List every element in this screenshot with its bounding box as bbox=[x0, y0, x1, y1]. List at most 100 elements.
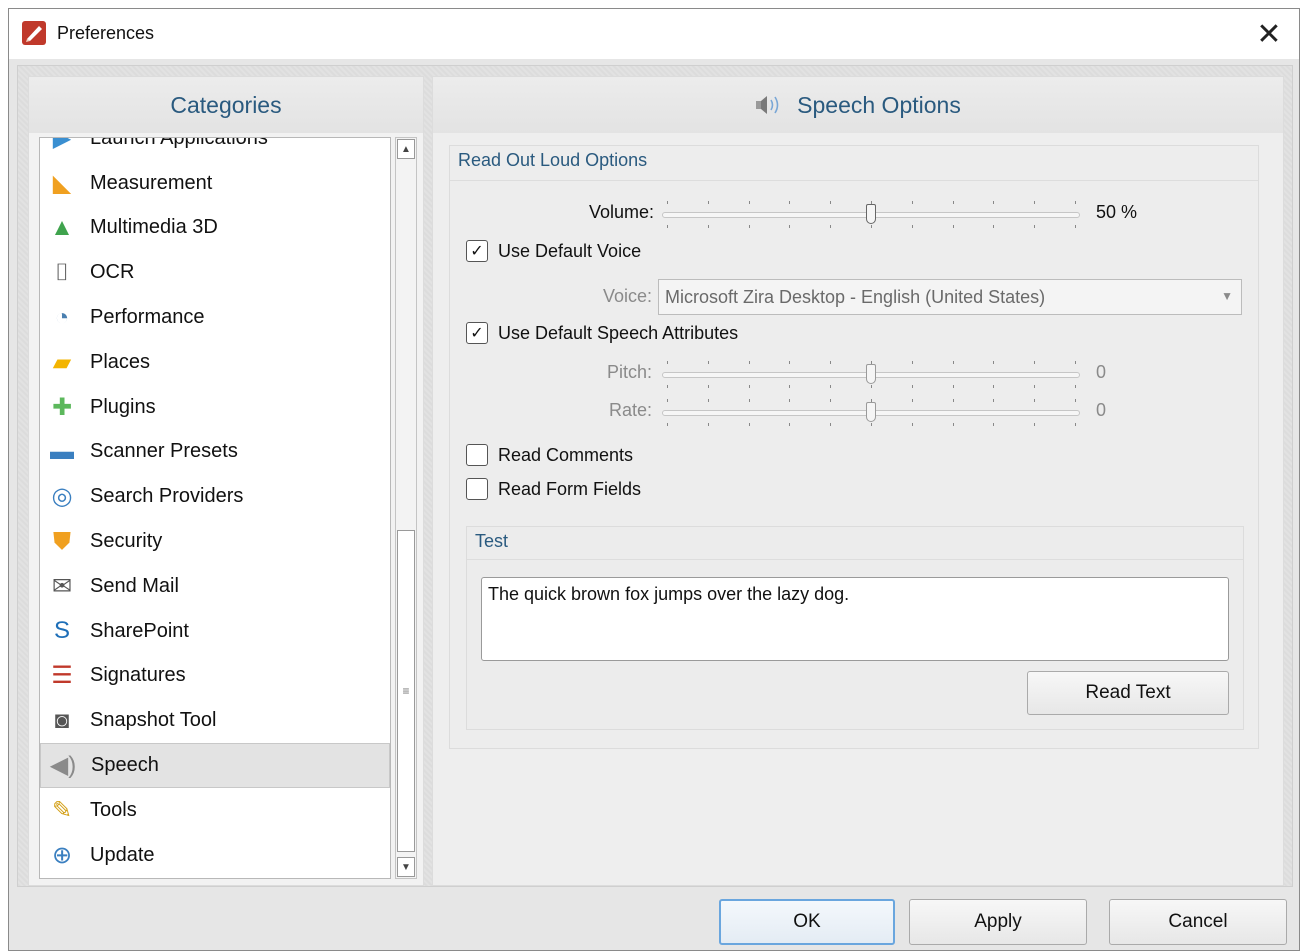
slider-tick bbox=[748, 399, 750, 402]
category-item[interactable]: ✉ Send Mail bbox=[40, 564, 390, 609]
slider-tick bbox=[952, 385, 954, 388]
categories-header: Categories bbox=[29, 77, 423, 133]
voice-select[interactable]: Microsoft Zira Desktop - English (United… bbox=[658, 279, 1242, 315]
volume-slider[interactable] bbox=[662, 201, 1080, 228]
slider-tick bbox=[1034, 361, 1036, 364]
slider-tick bbox=[707, 399, 709, 402]
slider-tick bbox=[789, 201, 791, 204]
slider-tick bbox=[952, 361, 954, 364]
slider-tick bbox=[993, 201, 995, 204]
category-item[interactable]: ◔ Performance bbox=[40, 295, 390, 340]
read-out-loud-title: Read Out Loud Options bbox=[458, 150, 648, 170]
slider-tick bbox=[1034, 399, 1036, 402]
slider-tick bbox=[871, 225, 872, 228]
slider-tick bbox=[830, 201, 832, 204]
volume-value: 50 % bbox=[1096, 202, 1138, 222]
category-item[interactable]: ⛊ Security bbox=[40, 519, 390, 564]
slider-tick bbox=[748, 423, 750, 426]
rate-value: 0 bbox=[1096, 400, 1107, 420]
category-item-label: SharePoint bbox=[90, 619, 189, 642]
category-item[interactable]: ✚ Plugins bbox=[40, 385, 390, 430]
slider-tick bbox=[993, 385, 995, 388]
ok-button[interactable]: OK bbox=[719, 899, 895, 945]
slider-tick bbox=[1034, 225, 1036, 228]
category-item[interactable]: ▲ Multimedia 3D bbox=[40, 206, 390, 251]
options-title: Speech Options bbox=[797, 91, 961, 118]
puzzle-icon: ✚ bbox=[51, 393, 73, 421]
group-divider bbox=[450, 180, 1258, 181]
category-item-label: Plugins bbox=[90, 395, 156, 418]
categories-list[interactable]: ▶ Launch Applications ◣ Measurement ▲ Multime… bbox=[39, 137, 391, 879]
slider-tick bbox=[871, 423, 872, 426]
slider-tick bbox=[993, 361, 995, 364]
slider-tick bbox=[952, 423, 954, 426]
options-panel: Speech Options Read Out Loud Options Vol… bbox=[432, 76, 1284, 886]
checkmark-icon: ✓ bbox=[466, 322, 488, 344]
slider-tick bbox=[667, 399, 668, 402]
category-item-label: Update bbox=[90, 843, 155, 866]
category-item[interactable]: ◣ Measurement bbox=[40, 161, 390, 206]
category-item[interactable]: ☰ Signatures bbox=[40, 654, 390, 699]
slider-tick bbox=[952, 399, 954, 402]
launch-applications-icon: ▶ bbox=[52, 137, 72, 152]
category-item-label: Security bbox=[90, 530, 163, 553]
category-item[interactable]: ◎ Search Providers bbox=[40, 474, 390, 519]
slider-tick bbox=[993, 399, 995, 402]
category-item-label: Multimedia 3D bbox=[90, 216, 218, 239]
category-item[interactable]: ▶ Launch Applications bbox=[40, 137, 390, 161]
slider-tick bbox=[871, 361, 872, 364]
category-item[interactable]: ▰ Places bbox=[40, 340, 390, 385]
category-item[interactable]: ▬ Scanner Presets bbox=[40, 430, 390, 475]
category-item[interactable]: S SharePoint bbox=[40, 609, 390, 654]
slider-tick bbox=[789, 361, 791, 364]
grip-icon: ≡ bbox=[402, 684, 410, 698]
slider-tick bbox=[993, 225, 995, 228]
slider-tick bbox=[707, 423, 709, 426]
rate-slider[interactable] bbox=[662, 399, 1080, 426]
slider-tick bbox=[1034, 385, 1036, 388]
slider-thumb[interactable] bbox=[866, 402, 876, 422]
category-item[interactable]: ◙ Snapshot Tool bbox=[40, 698, 390, 743]
scrollbar-thumb[interactable]: ≡ bbox=[397, 530, 415, 852]
scroll-up-button[interactable]: ▲ bbox=[397, 139, 415, 159]
pitch-slider[interactable] bbox=[662, 361, 1080, 388]
close-button[interactable]: ✕ bbox=[1239, 9, 1299, 59]
categories-scrollbar[interactable]: ▲ ≡ ▼ bbox=[395, 137, 417, 879]
slider-tick bbox=[748, 361, 750, 364]
test-group: Test The quick brown fox jumps over the … bbox=[466, 526, 1244, 730]
category-item[interactable]: ✎ Tools bbox=[40, 788, 390, 833]
category-item-label: Speech bbox=[91, 754, 159, 777]
category-item-label: Send Mail bbox=[90, 574, 179, 597]
category-item[interactable]: ◀) Speech bbox=[40, 743, 390, 788]
slider-tick bbox=[667, 225, 668, 228]
app-logo-icon bbox=[22, 21, 46, 45]
read-form-fields-checkbox[interactable]: Read Form Fields bbox=[466, 478, 641, 500]
chevron-down-icon: ▼ bbox=[1221, 289, 1233, 303]
category-item[interactable]: ⌷ OCR bbox=[40, 250, 390, 295]
slider-tick bbox=[789, 225, 791, 228]
category-item[interactable]: ⊕ Update bbox=[40, 833, 390, 878]
slider-tick bbox=[707, 225, 709, 228]
test-text-input[interactable]: The quick brown fox jumps over the lazy … bbox=[481, 577, 1229, 661]
camera-icon: ◙ bbox=[54, 706, 70, 734]
slider-thumb[interactable] bbox=[866, 204, 876, 224]
slider-tick bbox=[789, 385, 791, 388]
slider-tick bbox=[830, 385, 832, 388]
slider-thumb[interactable] bbox=[866, 364, 876, 384]
apply-button[interactable]: Apply bbox=[909, 899, 1087, 945]
category-item-label: Places bbox=[90, 350, 151, 373]
title-bar: Preferences ✕ bbox=[9, 9, 1299, 59]
ocr-document-icon: ⌷ bbox=[54, 258, 70, 286]
read-text-button[interactable]: Read Text bbox=[1027, 671, 1229, 715]
slider-tick bbox=[707, 385, 709, 388]
scroll-down-button[interactable]: ▼ bbox=[397, 857, 415, 877]
slider-tick bbox=[667, 361, 668, 364]
read-out-loud-group: Read Out Loud Options Volume: 50 % ✓ Use… bbox=[449, 145, 1259, 749]
read-comments-checkbox[interactable]: Read Comments bbox=[466, 444, 633, 466]
cancel-button[interactable]: Cancel bbox=[1109, 899, 1287, 945]
use-default-voice-checkbox[interactable]: ✓ Use Default Voice bbox=[466, 240, 641, 262]
use-default-voice-label: Use Default Voice bbox=[498, 240, 642, 261]
use-default-attributes-checkbox[interactable]: ✓ Use Default Speech Attributes bbox=[466, 322, 738, 344]
slider-tick bbox=[871, 399, 872, 402]
volume-label: Volume: bbox=[588, 202, 654, 222]
